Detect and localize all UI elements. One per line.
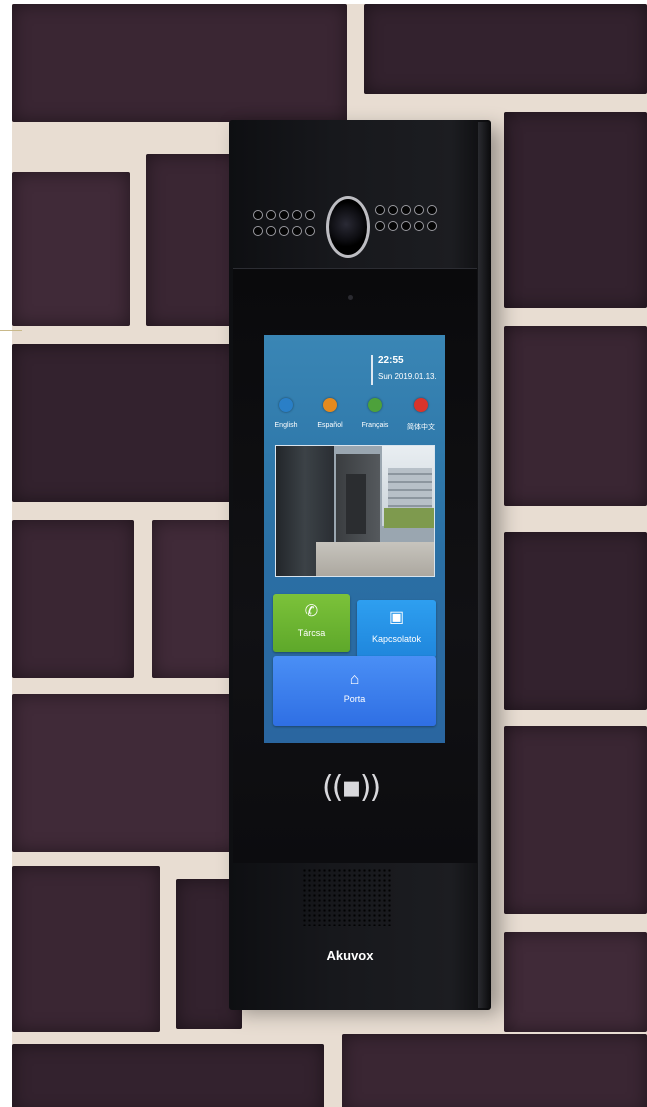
speaker-holes-right xyxy=(375,205,440,231)
language-french[interactable]: Français xyxy=(355,398,395,429)
clock-divider xyxy=(371,355,373,385)
phone-icon: ✆ xyxy=(304,603,319,620)
door-button[interactable]: ⌂ Porta xyxy=(273,656,436,726)
touchscreen: 22:55 Sun 2019.01.13. English Español Fr… xyxy=(264,335,445,743)
nfc-reader-icon[interactable]: ((▪)) xyxy=(322,765,381,811)
speaker-holes-left xyxy=(253,210,318,236)
globe-icon xyxy=(323,398,337,412)
contacts-button[interactable]: ▣ Kapcsolatok xyxy=(357,600,436,658)
panel-side-edge xyxy=(478,122,490,1008)
language-label: Français xyxy=(361,422,389,429)
door-unlock-icon: ⌂ xyxy=(349,671,360,688)
globe-icon xyxy=(414,398,428,412)
language-spanish[interactable]: Español xyxy=(310,398,350,429)
camera-lens-icon xyxy=(326,196,370,258)
camera-preview xyxy=(275,445,435,577)
clock-time: 22:55 xyxy=(378,355,404,366)
light-sensor xyxy=(348,295,353,300)
language-label: 简体中文 xyxy=(407,424,435,431)
door-label: Porta xyxy=(343,694,366,704)
language-label: Español xyxy=(317,422,343,429)
edge-mark xyxy=(0,330,22,331)
globe-icon xyxy=(279,398,293,412)
clock-date: Sun 2019.01.13. xyxy=(378,372,437,381)
language-label: English xyxy=(274,422,298,429)
language-english[interactable]: English xyxy=(266,398,306,429)
contacts-label: Kapcsolatok xyxy=(371,634,422,644)
language-chinese[interactable]: 简体中文 xyxy=(401,398,441,432)
dial-button[interactable]: ✆ Tárcsa xyxy=(273,594,350,652)
dial-label: Tárcsa xyxy=(297,628,326,638)
speaker-grille xyxy=(302,868,392,926)
brand-logo: Akuvox xyxy=(326,948,374,963)
globe-icon xyxy=(368,398,382,412)
address-book-icon: ▣ xyxy=(388,609,405,626)
